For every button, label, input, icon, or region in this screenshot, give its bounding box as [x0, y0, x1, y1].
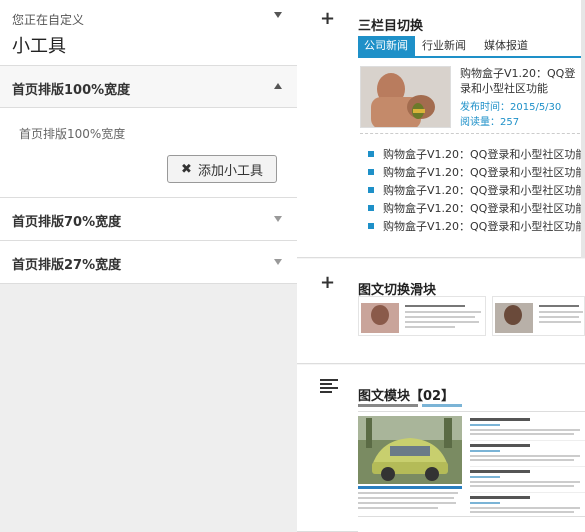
list-item[interactable]: 购物盒子V1.20：QQ登录和小型社区功能 — [368, 145, 585, 163]
featured-date: 发布时间：2015/5/30 — [460, 102, 562, 113]
list-item[interactable]: 购物盒子V1.20：QQ登录和小型社区功能 — [368, 199, 585, 217]
widget-three-column-tabs[interactable]: + 三栏目切换 公司新闻 行业新闻 媒体报道 购物盒子V1.20：QQ登录和小型… — [297, 0, 585, 258]
section-label: 首页排版27%宽度 — [12, 258, 122, 273]
tab-bar: 公司新闻 行业新闻 媒体报道 — [358, 36, 585, 58]
chevron-up-icon — [274, 83, 282, 89]
chevron-down-icon — [274, 216, 282, 222]
bullet-icon — [368, 151, 374, 157]
plus-icon[interactable]: + — [320, 272, 335, 293]
section-toggle-70[interactable]: 首页排版70%宽度 — [0, 198, 297, 241]
list-item[interactable]: 购物盒子V1.20：QQ登录和小型社区功能 — [368, 181, 585, 199]
news-list: 购物盒子V1.20：QQ登录和小型社区功能 购物盒子V1.20：QQ登录和小型社… — [368, 145, 585, 235]
module-preview — [358, 404, 585, 532]
section-label: 首页排版100%宽度 — [12, 83, 131, 98]
featured-image — [360, 66, 451, 128]
bullet-icon — [368, 169, 374, 175]
panel-title: 小工具 — [12, 36, 66, 57]
chevron-down-icon — [274, 259, 282, 265]
slider-thumbnail — [358, 296, 486, 336]
add-widget-label: 添加小工具 — [197, 163, 263, 179]
widget-title: 三栏目切换 — [358, 19, 424, 34]
bullet-icon — [368, 205, 374, 211]
customizer-header: 您正在自定义 小工具 — [0, 0, 297, 66]
section-body-100: 首页排版100%宽度 ✖ 添加小工具 — [0, 108, 297, 198]
divider — [360, 133, 585, 134]
bullet-icon — [368, 187, 374, 193]
align-left-icon[interactable] — [320, 378, 338, 398]
slider-thumbnail — [492, 296, 585, 336]
add-widget-button[interactable]: ✖ 添加小工具 — [167, 155, 277, 183]
tab-company-news[interactable]: 公司新闻 — [358, 36, 415, 56]
customizing-label: 您正在自定义 — [12, 13, 85, 27]
widget-preview-list: + 三栏目切换 公司新闻 行业新闻 媒体报道 购物盒子V1.20：QQ登录和小型… — [297, 0, 585, 532]
list-item[interactable]: 购物盒子V1.20：QQ登录和小型社区功能 — [368, 163, 585, 181]
customizer-sidebar: 您正在自定义 小工具 首页排版100%宽度 首页排版100%宽度 ✖ 添加小工具… — [0, 0, 297, 532]
scrollbar[interactable] — [581, 0, 585, 258]
section-description: 首页排版100%宽度 — [19, 127, 126, 141]
featured-views: 阅读量：257 — [460, 117, 520, 128]
widget-title: 图文模块【02】 — [358, 389, 455, 404]
section-label: 首页排版70%宽度 — [12, 215, 122, 230]
back-chevron-icon[interactable] — [274, 12, 282, 18]
bullet-icon — [368, 223, 374, 229]
tab-media-reports[interactable]: 媒体报道 — [478, 36, 542, 56]
plus-icon[interactable]: + — [320, 8, 335, 29]
tab-industry-news[interactable]: 行业新闻 — [416, 36, 476, 56]
section-toggle-100[interactable]: 首页排版100%宽度 — [0, 66, 297, 108]
list-item[interactable]: 购物盒子V1.20：QQ登录和小型社区功能 — [368, 217, 585, 235]
close-icon: ✖ — [181, 161, 192, 177]
section-toggle-27[interactable]: 首页排版27%宽度 — [0, 241, 297, 284]
featured-title[interactable]: 购物盒子V1.20：QQ登录和小型社区功能 — [460, 66, 585, 96]
